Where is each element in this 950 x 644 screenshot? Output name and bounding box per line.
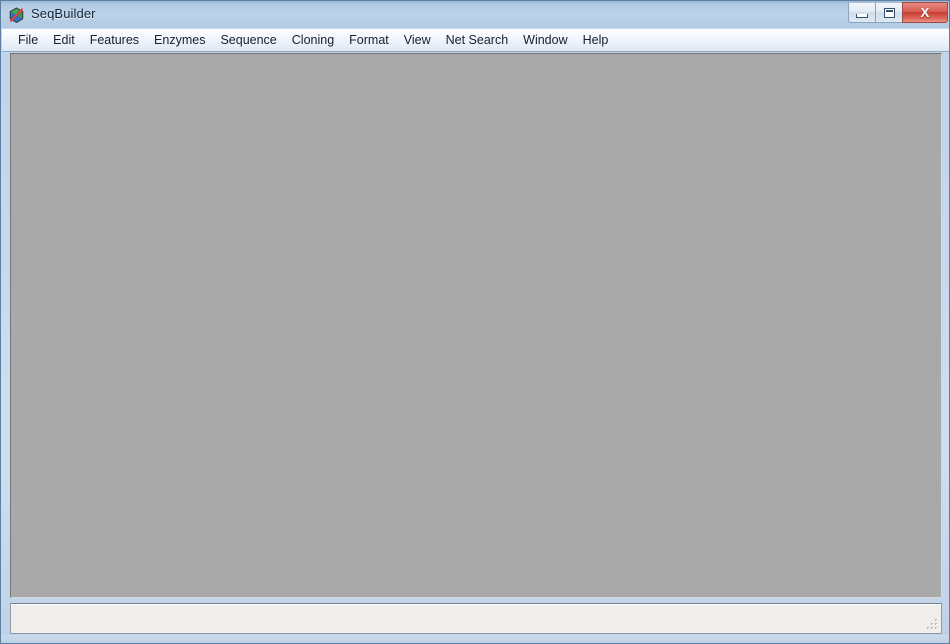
close-button[interactable]: X [902, 2, 948, 23]
mdi-workspace [11, 54, 941, 597]
application-window: SeqBuilder X File Edit Features Enzymes … [0, 0, 950, 644]
minimize-button[interactable] [848, 2, 876, 23]
menu-item-sequence[interactable]: Sequence [213, 31, 283, 50]
menu-item-net-search[interactable]: Net Search [439, 31, 516, 50]
maximize-icon [884, 8, 895, 18]
menu-item-view[interactable]: View [397, 31, 438, 50]
menu-item-file[interactable]: File [11, 31, 45, 50]
maximize-button[interactable] [875, 2, 903, 23]
menu-item-cloning[interactable]: Cloning [285, 31, 341, 50]
menu-item-help[interactable]: Help [576, 31, 616, 50]
seqbuilder-app-icon [8, 7, 25, 24]
menu-item-features[interactable]: Features [83, 31, 146, 50]
menu-item-edit[interactable]: Edit [46, 31, 82, 50]
menu-item-window[interactable]: Window [516, 31, 574, 50]
minimize-icon [856, 14, 868, 18]
window-title: SeqBuilder [31, 6, 96, 21]
menu-item-format[interactable]: Format [342, 31, 396, 50]
resize-grip-icon[interactable] [925, 617, 939, 631]
mdi-client-area[interactable] [10, 53, 942, 598]
close-icon: X [921, 6, 930, 19]
window-controls: X [848, 2, 948, 24]
title-bar[interactable]: SeqBuilder X [1, 1, 950, 29]
status-bar [10, 603, 942, 634]
menu-item-enzymes[interactable]: Enzymes [147, 31, 212, 50]
frame-bottom-highlight [1, 635, 950, 643]
menu-bar: File Edit Features Enzymes Sequence Clon… [2, 29, 950, 52]
